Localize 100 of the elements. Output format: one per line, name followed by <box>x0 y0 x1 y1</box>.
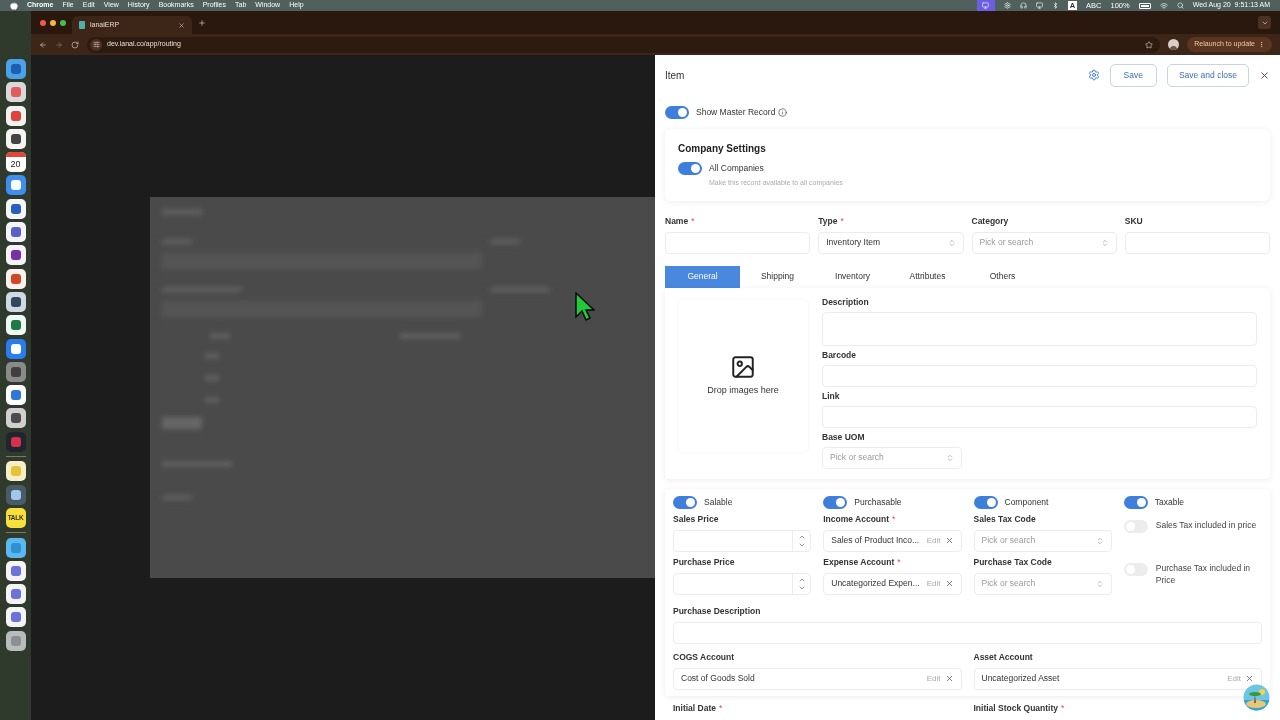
wifi-icon[interactable] <box>1159 1 1168 10</box>
save-and-close-button[interactable]: Save and close <box>1166 63 1249 87</box>
save-button[interactable]: Save <box>1109 63 1157 87</box>
number-field[interactable] <box>673 572 812 595</box>
close-window-button[interactable] <box>40 19 46 26</box>
forward-icon[interactable] <box>55 40 63 49</box>
status-icon[interactable] <box>1003 2 1011 9</box>
card-title: Company Settings <box>678 142 767 156</box>
image-drop-zone[interactable]: Drop images here <box>678 299 808 452</box>
sort-arrows-icon <box>946 453 954 462</box>
screen-share-icon[interactable] <box>976 0 995 11</box>
toggle-label: Component <box>1004 495 1049 509</box>
app-icon[interactable] <box>5 484 26 505</box>
headphones-icon[interactable] <box>1019 2 1027 9</box>
app-icon[interactable] <box>5 245 26 266</box>
app-icon[interactable] <box>5 268 26 289</box>
bookmark-star-icon[interactable] <box>1145 40 1154 49</box>
app-icon[interactable] <box>5 105 26 126</box>
profile-avatar[interactable] <box>1168 39 1180 50</box>
field-label: Type <box>818 214 838 228</box>
settings-icon[interactable] <box>1087 69 1100 81</box>
toggle-label: Taxable <box>1154 495 1185 509</box>
form-tab[interactable]: Shipping <box>740 265 815 288</box>
reload-icon[interactable] <box>71 40 79 49</box>
form-tab[interactable]: General <box>665 265 740 288</box>
drawer-title: Item <box>665 68 686 83</box>
number-field[interactable] <box>673 529 812 552</box>
account-field[interactable]: Uncategorized Expen... Edit <box>823 572 962 595</box>
back-icon[interactable] <box>39 40 47 49</box>
clear-icon[interactable] <box>944 536 954 545</box>
zoom-window-button[interactable] <box>60 19 66 26</box>
field-label: Sales Tax Code <box>973 512 1036 526</box>
app-icon[interactable] <box>5 607 26 628</box>
clear-icon[interactable] <box>944 579 954 588</box>
display-icon[interactable] <box>1035 2 1043 9</box>
toggle-label: Purchasable <box>854 495 902 509</box>
sort-arrows-icon <box>1100 238 1109 247</box>
field-label: Base UOM <box>822 430 865 444</box>
field-label: Income Account <box>823 512 890 526</box>
toggle-switch[interactable] <box>678 162 702 175</box>
new-tab-icon[interactable] <box>198 18 206 27</box>
field-label: Sales Price <box>673 512 719 526</box>
app-icon[interactable] <box>5 560 26 581</box>
app-icon[interactable] <box>5 408 26 429</box>
account-field[interactable]: Cost of Goods Sold Edit <box>673 667 962 690</box>
field-label: SKU <box>1124 214 1143 228</box>
toggle-switch[interactable] <box>673 495 697 509</box>
field-label: Category <box>971 214 1009 228</box>
app-icon[interactable] <box>5 338 26 359</box>
required-mark: * <box>840 214 844 228</box>
sort-arrows-icon <box>1095 536 1104 545</box>
toggle-switch[interactable] <box>823 495 848 509</box>
form-tab[interactable]: Inventory <box>815 265 890 288</box>
toggle-label: All Companies <box>709 162 764 175</box>
tab-search-button[interactable] <box>1258 16 1271 29</box>
account-field[interactable]: Uncategorized Asset Edit <box>973 667 1262 690</box>
app-icon[interactable] <box>5 461 26 482</box>
close-tab-icon[interactable] <box>178 21 185 29</box>
field-label: Purchase Tax Code <box>973 555 1052 569</box>
app-icon[interactable] <box>5 537 26 558</box>
field-label: Barcode <box>822 348 856 362</box>
form-tab[interactable]: Others <box>965 265 1040 288</box>
app-icon[interactable] <box>5 175 26 196</box>
toggle-label: Show Master Record <box>696 105 776 119</box>
site-info-button[interactable] <box>90 38 102 51</box>
toggle-label: Salable <box>704 495 733 509</box>
app-icon[interactable] <box>5 584 26 605</box>
select-field[interactable]: Inventory Item <box>818 231 964 254</box>
required-mark: * <box>1061 701 1065 715</box>
toggle-switch[interactable] <box>665 105 689 119</box>
account-field[interactable]: Sales of Product Inco... Edit <box>823 529 962 552</box>
bluetooth-icon[interactable] <box>1051 2 1059 9</box>
app-icon[interactable] <box>5 82 26 103</box>
app-icon[interactable] <box>5 128 26 149</box>
app-icon[interactable] <box>5 315 26 336</box>
sort-arrows-icon <box>1095 579 1104 588</box>
image-icon <box>730 353 756 380</box>
field-label: Description <box>822 295 869 309</box>
search-icon[interactable] <box>1176 2 1184 9</box>
app-icon[interactable] <box>5 222 26 243</box>
toggle-label: Sales Tax included in price <box>1155 518 1257 531</box>
app-icon[interactable] <box>5 630 26 651</box>
app-icon[interactable] <box>5 291 26 312</box>
battery-icon[interactable] <box>1138 2 1151 9</box>
form-tab[interactable]: Attributes <box>890 265 965 288</box>
cursor-icon <box>575 292 595 322</box>
toggle-label: Purchase Tax included in Price <box>1155 561 1252 586</box>
required-mark: * <box>719 701 723 715</box>
clear-icon[interactable] <box>944 674 954 683</box>
app-icon[interactable] <box>5 385 26 406</box>
clear-icon[interactable] <box>1245 674 1254 683</box>
toggle-switch[interactable] <box>1123 495 1148 509</box>
app-icon[interactable] <box>5 198 26 219</box>
minimize-window-button[interactable] <box>50 19 56 26</box>
calendar-app-icon[interactable]: 20 <box>5 152 26 173</box>
close-icon[interactable] <box>1259 69 1270 81</box>
toggle-switch[interactable] <box>973 495 998 509</box>
field-label: Purchase Price <box>673 555 735 569</box>
apple-menu-icon[interactable] <box>10 1 18 10</box>
info-icon[interactable] <box>778 107 788 117</box>
